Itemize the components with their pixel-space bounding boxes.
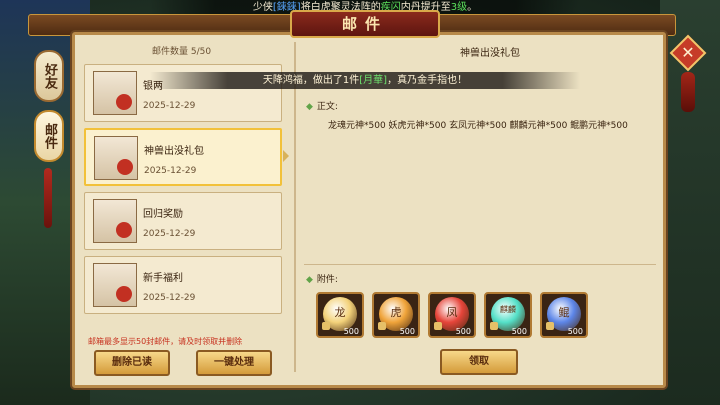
mail-item-date: 2025-12-29 — [144, 166, 197, 176]
toast-text-end: ，真乃金手指也！ — [387, 75, 468, 86]
lock-icon — [322, 322, 330, 330]
toast-text: 天降鸿福，做出了1件 — [262, 75, 360, 86]
attachment-qty: 500 — [399, 327, 415, 336]
toast-item: [月華] — [359, 75, 388, 86]
delete-read-button[interactable]: 删除已读 — [94, 350, 170, 376]
lantern-decoration — [681, 72, 695, 112]
attachment-slot[interactable]: 虎 500 — [372, 292, 420, 338]
attachment-slot[interactable]: 麒麟 500 — [484, 292, 532, 338]
attachment-glyph: 凤 — [446, 306, 458, 319]
mail-item-selected[interactable]: 神兽出没礼包 2025-12-29 — [84, 128, 282, 186]
side-tabs: 好友 邮件 — [34, 50, 64, 170]
one-click-process-button[interactable]: 一键处理 — [196, 350, 272, 376]
selected-indicator-icon — [283, 150, 289, 162]
mail-item-date: 2025-12-29 — [143, 229, 196, 239]
mail-item-date: 2025-12-29 — [143, 293, 196, 303]
seal-icon — [116, 94, 132, 110]
lock-icon — [490, 322, 498, 330]
mail-icon — [94, 136, 138, 180]
mail-item-name: 神兽出没礼包 — [144, 146, 204, 157]
attachments-label-text: 附件: — [316, 275, 338, 285]
reward-toast: 天降鸿福，做出了1件[月華]，真乃金手指也！ — [150, 72, 580, 89]
lock-icon — [378, 322, 386, 330]
lock-icon — [434, 322, 442, 330]
mail-item[interactable]: 回归奖励 2025-12-29 — [84, 192, 282, 250]
attachment-glyph: 鲲 — [558, 306, 570, 319]
attachments-label: ◆ 附件: — [306, 272, 338, 285]
seal-icon — [116, 222, 132, 238]
attachment-qty: 500 — [455, 327, 471, 336]
tab-friends[interactable]: 好友 — [34, 50, 64, 102]
mail-icon — [93, 71, 137, 115]
window-title: 邮件 — [290, 10, 440, 38]
attachment-glyph: 麒麟 — [500, 305, 516, 314]
mail-list-column: 邮件数量 5/50 银两 2025-12-29 神兽出没礼包 2025-12-2… — [84, 40, 286, 380]
attachment-slot[interactable]: 凤 500 — [428, 292, 476, 338]
attachments: 龙 500 虎 500 凤 500 麒麟 500 鲲 500 — [316, 292, 656, 340]
attachment-qty: 500 — [511, 327, 527, 336]
tassel-decoration — [44, 168, 52, 228]
marquee-level: 3级 — [450, 2, 468, 13]
lock-icon — [546, 322, 554, 330]
body-label-text: 正文: — [316, 102, 338, 112]
attachment-slot[interactable]: 鲲 500 — [540, 292, 588, 338]
mail-detail-title: 神兽出没礼包 — [460, 48, 520, 59]
attachments-divider — [304, 264, 656, 265]
attachment-qty: 500 — [343, 327, 359, 336]
seal-icon — [117, 159, 133, 175]
mail-body-text: 龙魂元神*500 妖虎元神*500 玄凤元神*500 麒麟元神*500 鲲鹏元神… — [328, 121, 628, 131]
bullet-icon: ◆ — [306, 275, 313, 285]
mail-icon — [93, 199, 137, 243]
marquee-prefix: 少侠 — [252, 2, 273, 13]
mail-icon — [93, 263, 137, 307]
mail-count-label: 邮件数量 5/50 — [152, 47, 212, 57]
attachment-slot[interactable]: 龙 500 — [316, 292, 364, 338]
mail-item-date: 2025-12-29 — [143, 101, 196, 111]
attachment-qty: 500 — [567, 327, 583, 336]
mail-list[interactable]: 银两 2025-12-29 神兽出没礼包 2025-12-29 回归奖励 202… — [84, 64, 286, 334]
column-divider — [294, 42, 296, 372]
tab-mail[interactable]: 邮件 — [34, 110, 64, 162]
bullet-icon: ◆ — [306, 102, 313, 112]
mailbox-notice: 邮箱最多显示50封邮件，请及时领取并删除 — [88, 337, 243, 346]
mail-item-name: 回归奖励 — [143, 209, 183, 220]
body-label: ◆ 正文: — [306, 99, 338, 112]
seal-icon — [116, 286, 132, 302]
mail-item[interactable]: 新手福利 2025-12-29 — [84, 256, 282, 314]
close-icon: ✕ — [681, 43, 695, 62]
attachment-glyph: 虎 — [390, 306, 402, 319]
mail-item-name: 新手福利 — [143, 273, 183, 284]
marquee-end: 。 — [467, 2, 478, 13]
attachment-glyph: 龙 — [334, 306, 346, 319]
claim-button[interactable]: 领取 — [440, 349, 518, 375]
